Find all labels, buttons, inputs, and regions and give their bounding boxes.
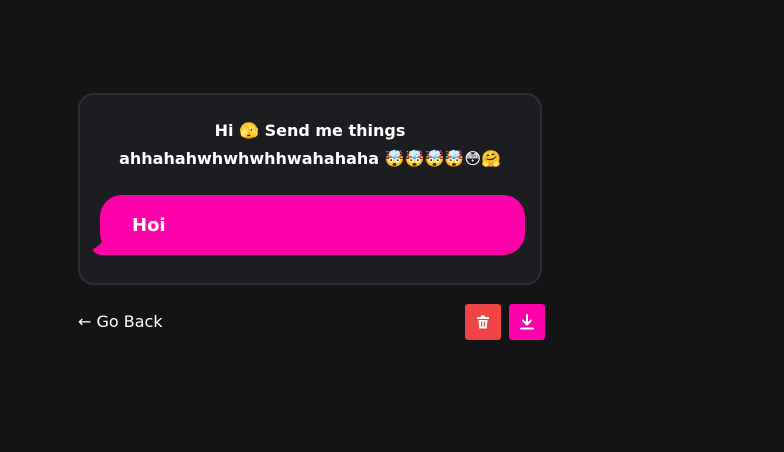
download-icon <box>518 313 536 331</box>
message-bubble: Hoi <box>100 195 525 255</box>
message-bubble-wrapper: Hoi <box>92 195 525 255</box>
download-button[interactable] <box>509 304 545 340</box>
go-back-link[interactable]: ← Go Back <box>78 311 163 333</box>
message-card: Hi 🫣 Send me things ahhahahwhwhwhhwahaha… <box>78 93 542 285</box>
delete-button[interactable] <box>465 304 501 340</box>
message-text: Hoi <box>132 214 166 236</box>
prompt-text: Hi 🫣 Send me things ahhahahwhwhwhhwahaha… <box>119 121 501 168</box>
trash-icon <box>475 314 491 330</box>
